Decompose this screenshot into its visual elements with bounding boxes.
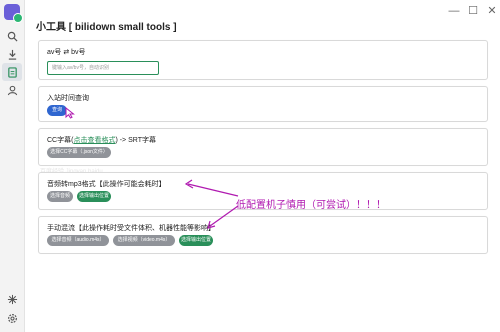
annotation-arrows	[184, 179, 239, 229]
sidebar-item-theme[interactable]	[2, 290, 22, 308]
settings-icon	[7, 313, 17, 323]
select-audio-button[interactable]: 选择音频	[47, 191, 73, 202]
card-manual-mux: 手动混流【此操作耗时受文件体积、机器性能等影响】 选择音频（audio.m4s）…	[38, 216, 488, 254]
main-content: 小工具 [ bilidown small tools ]	[32, 14, 490, 33]
select-output-button[interactable]: 选择输出位置	[77, 191, 111, 202]
card-title: 入站时间查询	[47, 95, 89, 102]
cursor-icon	[65, 107, 75, 119]
card-cc-subtitle: CC字幕(点击查看格式) -> SRT字幕 选择CC字幕（.json文件）	[38, 128, 488, 166]
card-title: av号 ⇄ bv号	[47, 49, 86, 56]
select-output-button[interactable]: 选择输出位置	[179, 235, 213, 246]
sidebar-item-tools[interactable]	[2, 63, 22, 81]
sidebar-item-user[interactable]	[2, 81, 22, 99]
av-bv-input[interactable]: 键输入av/bv号，自动识别	[47, 61, 159, 75]
card-av-bv: av号 ⇄ bv号 键输入av/bv号，自动识别	[38, 40, 488, 80]
card-title: CC字幕(点击查看格式) -> SRT字幕	[47, 135, 156, 145]
sidebar-item-settings[interactable]	[2, 309, 22, 327]
select-audio-m4s-button[interactable]: 选择音频（audio.m4s）	[47, 235, 109, 246]
app-logo	[4, 4, 23, 23]
format-link[interactable]: 点击查看格式	[73, 137, 115, 144]
select-cc-button[interactable]: 选择CC字幕（.json文件）	[47, 147, 111, 158]
sidebar-item-search[interactable]	[2, 27, 22, 45]
select-video-m4s-button[interactable]: 选择视频（video.m4s）	[113, 235, 175, 246]
card-title: 音频转mp3格式【此操作可能会耗时】	[47, 181, 166, 188]
search-icon	[7, 31, 18, 42]
query-button[interactable]: 查询	[47, 105, 67, 116]
sparkle-icon	[7, 294, 17, 304]
user-icon	[7, 85, 17, 95]
document-icon	[7, 66, 17, 78]
sidebar-item-download[interactable]	[2, 45, 22, 63]
card-time-query: 入站时间查询 查询	[38, 86, 488, 122]
page-title: 小工具 [ bilidown small tools ]	[36, 22, 177, 33]
cc-title-prefix: CC字幕(	[47, 137, 74, 144]
sidebar	[0, 0, 25, 332]
cc-title-suffix: ) -> SRT字幕	[115, 137, 156, 144]
app-window: — ☐ ✕ 小工具 [bilidown small tools] av号 ⇄…	[0, 0, 500, 332]
download-icon	[8, 49, 16, 60]
